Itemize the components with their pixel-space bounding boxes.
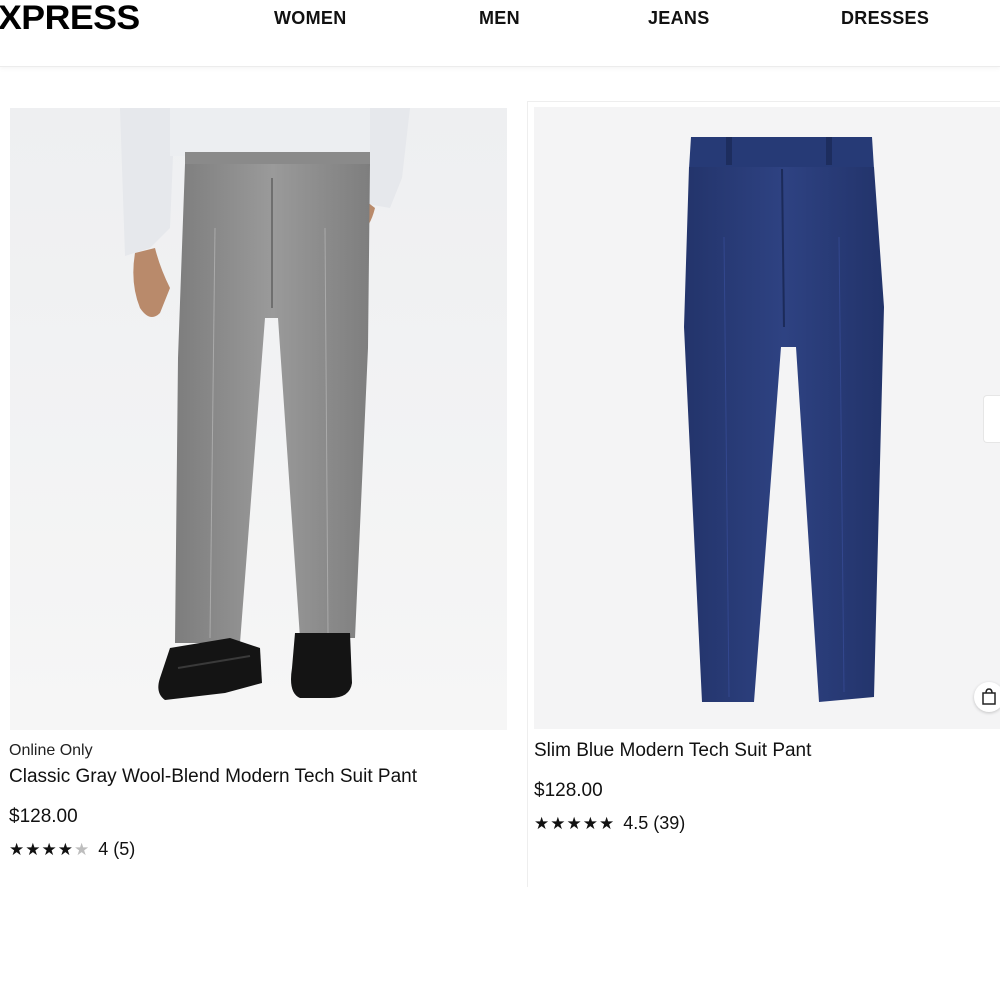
- nav-dresses[interactable]: DRESSES: [841, 8, 929, 29]
- product-price: $128.00: [534, 780, 603, 801]
- product-rating: ★★★★★ 4.5 (39): [534, 813, 685, 834]
- product-card[interactable]: Online Only Classic Gray Wool-Blend Mode…: [0, 101, 515, 881]
- nav-women[interactable]: WOMEN: [274, 8, 347, 29]
- rating-text: 4 (5): [98, 839, 136, 859]
- product-title[interactable]: Classic Gray Wool-Blend Modern Tech Suit…: [9, 766, 417, 788]
- product-title[interactable]: Slim Blue Modern Tech Suit Pant: [534, 740, 811, 762]
- product-card[interactable]: Slim Blue Modern Tech Suit Pant $128.00 …: [527, 101, 1000, 887]
- product-image[interactable]: [10, 108, 507, 730]
- product-image[interactable]: [534, 107, 1000, 729]
- gray-suit-pant-image: [10, 108, 507, 730]
- site-header: XPRESS WOMEN MEN JEANS DRESSES: [0, 0, 1000, 67]
- star-rating-icon: ★★★★★: [9, 839, 91, 859]
- product-rating: ★★★★★ 4 (5): [9, 839, 135, 860]
- blue-suit-pant-image: [534, 107, 1000, 729]
- carousel-next-handle[interactable]: [983, 395, 1000, 443]
- shopping-bag-icon[interactable]: [974, 682, 1000, 712]
- nav-men[interactable]: MEN: [479, 8, 520, 29]
- nav-jeans[interactable]: JEANS: [648, 8, 710, 29]
- product-price: $128.00: [9, 806, 78, 827]
- star-rating-icon: ★★★★★: [534, 813, 616, 833]
- online-only-badge: Online Only: [9, 742, 93, 759]
- brand-logo[interactable]: XPRESS: [0, 0, 140, 36]
- rating-text: 4.5 (39): [623, 813, 686, 833]
